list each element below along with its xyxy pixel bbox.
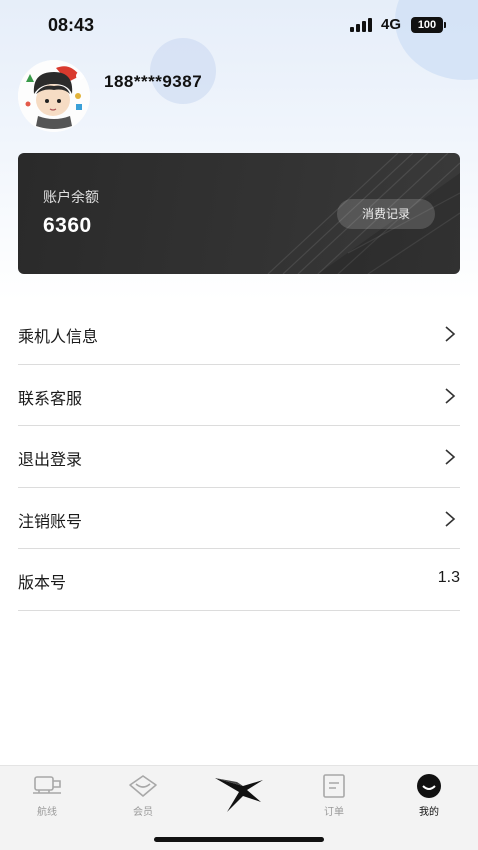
tab-routes[interactable]: 航线 xyxy=(17,766,77,826)
version-value: 1.3 xyxy=(437,569,460,587)
battery-icon: 100 xyxy=(411,17,443,33)
order-icon xyxy=(323,774,345,798)
tab-orders[interactable]: 订单 xyxy=(304,766,364,826)
tab-label: 航线 xyxy=(37,807,57,818)
avatar[interactable] xyxy=(18,60,90,132)
app-logo-icon xyxy=(215,778,263,812)
chevron-right-icon xyxy=(445,387,456,404)
profile-icon xyxy=(417,774,441,798)
menu-item-logout[interactable]: 退出登录 xyxy=(18,426,460,488)
menu-item-label: 退出登录 xyxy=(18,450,83,470)
consumption-records-button[interactable]: 消费记录 xyxy=(337,199,435,229)
menu-item-label: 注销账号 xyxy=(18,511,83,531)
balance-label: 账户余额 xyxy=(43,190,99,206)
network-label: 4G xyxy=(381,16,402,33)
tab-label: 会员 xyxy=(133,807,153,818)
tab-home-logo[interactable] xyxy=(207,766,271,826)
menu-item-version: 版本号 1.3 xyxy=(18,549,460,611)
signal-icon xyxy=(350,18,376,32)
settings-menu: 乘机人信息 联系客服 退出登录 注销账号 版本号 1.3 xyxy=(18,303,460,611)
menu-item-passenger-info[interactable]: 乘机人信息 xyxy=(18,303,460,365)
chevron-right-icon xyxy=(445,326,456,342)
status-time: 08:43 xyxy=(48,15,95,35)
chevron-right-icon xyxy=(445,511,456,527)
menu-item-delete-account[interactable]: 注销账号 xyxy=(18,488,460,550)
balance-card: 账户余额 6360 消费记录 xyxy=(18,153,460,274)
menu-item-label: 联系客服 xyxy=(18,388,83,408)
home-indicator xyxy=(154,837,324,842)
chevron-right-icon xyxy=(445,449,456,465)
user-phone: 188****9387 xyxy=(104,72,203,91)
menu-item-label: 乘机人信息 xyxy=(18,327,99,346)
plane-icon xyxy=(33,776,61,794)
menu-item-customer-service[interactable]: 联系客服 xyxy=(18,365,460,427)
tab-label: 订单 xyxy=(324,807,344,818)
tab-membership[interactable]: 会员 xyxy=(113,766,173,826)
battery-tip xyxy=(444,22,446,28)
diamond-icon xyxy=(129,775,157,797)
menu-item-label: 版本号 xyxy=(18,573,67,593)
tab-label: 我的 xyxy=(419,807,439,818)
avatar-image xyxy=(18,60,90,132)
balance-value: 6360 xyxy=(43,214,92,237)
tab-mine[interactable]: 我的 xyxy=(399,766,459,826)
status-bar: 08:43 4G 100 xyxy=(0,0,478,50)
